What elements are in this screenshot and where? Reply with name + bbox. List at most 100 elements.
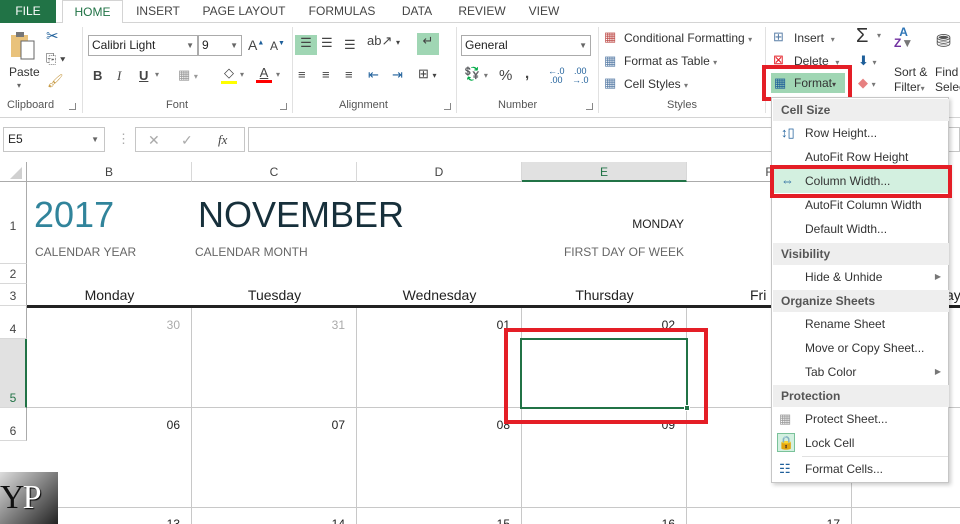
column-header-b[interactable]: B [27, 162, 192, 182]
bold-button[interactable]: B [93, 68, 102, 83]
select-all-button[interactable] [0, 162, 27, 182]
menu-item-hide-unhide[interactable]: Hide & Unhide ▶ [773, 265, 949, 289]
clipboard-launcher-icon[interactable] [69, 103, 76, 110]
autosum-dropdown-icon[interactable]: ▾ [877, 31, 881, 40]
fill-dropdown-icon[interactable]: ▾ [240, 70, 244, 79]
column-header-e[interactable]: E [522, 162, 687, 182]
binoculars-icon: ⛃ [936, 31, 952, 51]
underline-dropdown-icon[interactable]: ▾ [155, 70, 159, 79]
fill-icon[interactable]: ⬇ ▾ [858, 53, 877, 69]
menu-section-organize-sheets: Organize Sheets [773, 290, 949, 312]
cancel-icon[interactable]: ✕ [148, 132, 160, 149]
menu-item-lock-cell[interactable]: 🔒 Lock Cell [773, 431, 949, 455]
day-cell[interactable]: 30 [140, 318, 180, 332]
row-header-6[interactable]: 6 [0, 408, 27, 441]
menu-item-tab-color[interactable]: Tab Color ▶ [773, 360, 949, 384]
middle-align-button[interactable]: ☰ [321, 35, 333, 51]
column-width-highlight [770, 165, 952, 198]
font-name-value: Calibri Light [92, 38, 156, 52]
percent-button[interactable]: % [499, 67, 512, 84]
tab-insert[interactable]: INSERT [130, 0, 186, 23]
separator [598, 27, 599, 113]
row-header-4[interactable]: 4 [0, 306, 27, 339]
menu-item-label: AutoFit Column Width [805, 198, 922, 212]
menu-item-label: Move or Copy Sheet... [805, 341, 925, 355]
fill-color-icon[interactable]: ◇ [221, 65, 237, 84]
clear-icon[interactable]: ◆ ▾ [858, 75, 876, 91]
day-cell[interactable]: 17 [800, 517, 840, 524]
calendar-year[interactable]: 2017 [34, 194, 114, 236]
day-cell[interactable]: 07 [305, 418, 345, 432]
calendar-month[interactable]: NOVEMBER [198, 194, 404, 236]
decrease-indent-button[interactable]: ⇤ [368, 67, 379, 83]
top-align-button[interactable]: ☰ [295, 35, 317, 55]
font-launcher-icon[interactable] [280, 103, 287, 110]
day-cell[interactable]: 31 [305, 318, 345, 332]
increase-indent-button[interactable]: ⇥ [392, 67, 403, 83]
font-name-combo[interactable]: Calibri Light ▼ [88, 35, 198, 56]
tab-page-layout[interactable]: PAGE LAYOUT [196, 0, 292, 23]
enter-icon[interactable]: ✓ [181, 132, 193, 149]
menu-item-format-cells[interactable]: ☷ Format Cells... [773, 457, 949, 481]
first-day-value[interactable]: MONDAY [600, 217, 684, 231]
column-header-d[interactable]: D [357, 162, 522, 182]
number-launcher-icon[interactable] [586, 103, 593, 110]
drag-handle-icon[interactable]: ⋮ [117, 131, 130, 147]
bottom-align-button[interactable]: ☰ [344, 37, 356, 53]
menu-item-rename-sheet[interactable]: Rename Sheet [773, 312, 949, 336]
column-header-c[interactable]: C [192, 162, 357, 182]
borders-icon[interactable]: ▦ ▾ [178, 67, 198, 83]
font-color-icon[interactable]: A [256, 65, 272, 83]
font-size-combo[interactable]: 9 ▼ [198, 35, 242, 56]
row-header-2[interactable]: 2 [0, 264, 27, 284]
decrease-decimal-icon[interactable]: .00 →.0 [572, 67, 589, 85]
row-header-1[interactable]: 1 [0, 182, 27, 264]
wrap-text-button[interactable]: ↵ [417, 33, 439, 55]
submenu-arrow-icon: ▶ [934, 367, 941, 376]
row-header-5[interactable]: 5 [0, 339, 27, 408]
name-box[interactable]: E5 ▼ [3, 127, 105, 152]
menu-item-row-height[interactable]: ↕▯ Row Height... [773, 121, 949, 145]
align-right-button[interactable]: ≡ [345, 67, 353, 82]
tab-file[interactable]: FILE [0, 0, 56, 23]
accounting-format-icon[interactable]: 💱 ▾ [464, 66, 488, 82]
increase-font-icon[interactable]: A▲ [248, 37, 264, 53]
alignment-launcher-icon[interactable] [444, 103, 451, 110]
align-left-button[interactable]: ≡ [298, 67, 306, 82]
italic-button[interactable]: I [117, 68, 121, 84]
row-header-3[interactable]: 3 [0, 284, 27, 306]
increase-decimal-icon[interactable]: ←.0.00 [548, 67, 565, 85]
conditional-formatting-icon: ▦ [604, 29, 617, 44]
day-cell[interactable]: 06 [140, 418, 180, 432]
day-cell[interactable]: 15 [470, 517, 510, 524]
autosum-icon[interactable]: Σ [856, 25, 868, 48]
day-cell[interactable]: 14 [305, 517, 345, 524]
number-format-combo[interactable]: General ▼ [461, 35, 591, 56]
day-cell[interactable]: 13 [140, 517, 180, 524]
underline-button[interactable]: U [139, 68, 148, 83]
comma-button[interactable]: , [525, 65, 529, 82]
align-center-button[interactable]: ≡ [322, 67, 330, 82]
menu-item-default-width[interactable]: Default Width... [773, 217, 949, 241]
decrease-font-icon[interactable]: A▼ [270, 39, 285, 53]
format-button-highlight [762, 65, 852, 101]
menu-item-move-copy-sheet[interactable]: Move or Copy Sheet... [773, 336, 949, 360]
tab-formulas[interactable]: FORMULAS [302, 0, 382, 23]
tab-data[interactable]: DATA [392, 0, 442, 23]
format-painter-icon[interactable]: 🖌 [47, 73, 64, 89]
tab-review[interactable]: REVIEW [452, 0, 512, 23]
day-cell[interactable]: 16 [635, 517, 675, 524]
insert-function-icon[interactable]: fx [218, 132, 227, 148]
font-color-dropdown-icon[interactable]: ▾ [276, 70, 280, 79]
tab-view[interactable]: VIEW [522, 0, 566, 23]
tab-home[interactable]: HOME [62, 0, 123, 24]
font-size-value: 9 [202, 38, 209, 52]
merge-center-button[interactable]: ⊞ ▾ [418, 66, 437, 82]
copy-icon[interactable]: ⎘ ▾ [46, 51, 65, 67]
orientation-button[interactable]: ab↗ ▾ [367, 33, 400, 49]
cut-icon[interactable]: ✂ [46, 27, 59, 45]
watermark-logo: YYPP [0, 472, 58, 524]
menu-item-protect-sheet[interactable]: ▦ Protect Sheet... [773, 407, 949, 431]
paste-dropdown-icon: ▾ [17, 81, 22, 90]
insert-cells-icon: ⊞ [773, 29, 784, 44]
